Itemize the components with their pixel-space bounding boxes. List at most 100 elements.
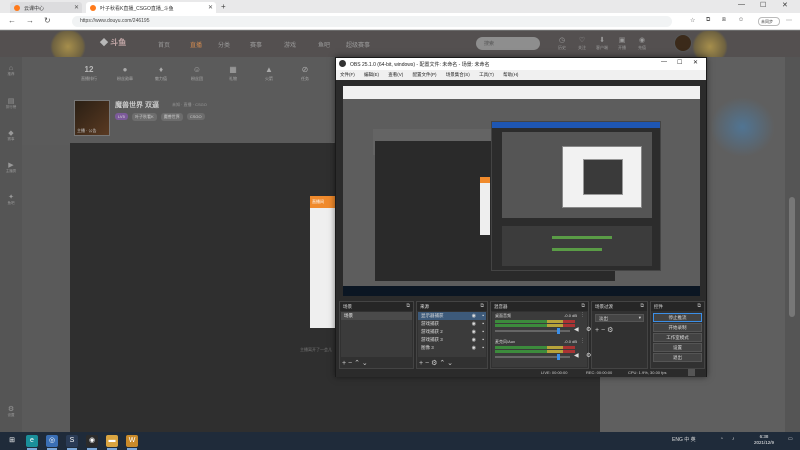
add-icon[interactable]: + <box>595 327 599 334</box>
nav-item-active[interactable]: 直播 <box>190 40 202 49</box>
game-app-icon[interactable]: W <box>126 435 138 447</box>
menu-edit[interactable]: 编辑(E) <box>364 72 379 77</box>
obs-icon[interactable]: ◉ <box>86 435 98 447</box>
speaker-icon[interactable]: ◀ <box>574 352 579 359</box>
menu-scene-collection[interactable]: 场景集合(S) <box>446 72 470 77</box>
nav-item[interactable]: 首页 <box>158 40 170 49</box>
rail-item-home[interactable]: ⌂ 推荐 <box>0 65 22 77</box>
new-tab-button[interactable]: + <box>221 2 226 11</box>
category-badge[interactable]: 魔兽世界 <box>160 113 183 121</box>
network-icon[interactable]: ◔ <box>720 436 723 442</box>
back-button[interactable]: ← <box>8 16 16 25</box>
menu-view[interactable]: 查看(V) <box>388 72 403 77</box>
speaker-icon[interactable]: ◀ <box>574 326 579 333</box>
obs-minimize-button[interactable]: — <box>661 59 667 65</box>
category-badge[interactable]: CSGO <box>186 113 205 120</box>
source-item[interactable]: 游戏捕获 ◉ ▪ <box>418 320 486 328</box>
volume-slider[interactable] <box>495 328 570 334</box>
volume-slider[interactable] <box>495 354 570 360</box>
source-item[interactable]: 显示器捕获 ◉ ▪ <box>418 312 486 320</box>
exit-button[interactable]: 退出 <box>653 353 702 362</box>
remove-icon[interactable]: − <box>601 327 605 334</box>
gear-icon[interactable]: ⚙ <box>607 327 613 334</box>
scrollbar-thumb[interactable] <box>789 197 795 317</box>
stat-fans[interactable]: ☺ 粉丝团 <box>180 65 214 82</box>
rail-item-settings[interactable]: ⚙ 设置 <box>0 405 22 418</box>
reload-button[interactable]: ↻ <box>44 16 51 25</box>
location-icon[interactable]: ◉ 充值 <box>632 36 652 51</box>
minimize-button[interactable]: — <box>738 1 745 8</box>
page-scrollbar[interactable] <box>785 57 800 432</box>
lock-icon[interactable]: ▪ <box>482 312 484 320</box>
address-input[interactable]: https://www.douyu.com/246195 <box>72 16 672 27</box>
browser-tab-1[interactable]: 云课中心 ✕ <box>10 2 82 13</box>
collections-icon[interactable]: ⧉ <box>706 17 710 24</box>
add-icon[interactable]: + <box>342 360 346 367</box>
menu-profile[interactable]: 配置文件(P) <box>413 72 437 77</box>
download-icon[interactable]: ⬇ 客户端 <box>592 36 612 51</box>
add-icon[interactable]: + <box>419 360 423 367</box>
up-icon[interactable]: ⌃ <box>439 360 445 367</box>
up-icon[interactable]: ⌃ <box>354 360 360 367</box>
dock-float-icon[interactable]: ⧉ <box>697 303 701 309</box>
obs-close-button[interactable]: ✕ <box>693 59 698 66</box>
lock-icon[interactable]: ▪ <box>482 336 484 344</box>
stream-icon[interactable]: ▣ 开播 <box>612 36 632 51</box>
remove-icon[interactable]: − <box>348 360 352 367</box>
tab-close-icon[interactable]: ✕ <box>208 4 213 11</box>
maximize-button[interactable]: ☐ <box>760 1 766 9</box>
history-icon[interactable]: ◷ 历史 <box>552 36 572 51</box>
eye-icon[interactable]: ◉ <box>472 320 476 328</box>
rail-item-game[interactable]: ◆ 赛事 <box>0 129 22 142</box>
dock-float-icon[interactable]: ⧉ <box>640 303 644 309</box>
dock-float-icon[interactable]: ⧉ <box>406 303 410 309</box>
close-window-button[interactable]: ✕ <box>782 1 788 9</box>
menu-file[interactable]: 文件(F) <box>340 72 355 77</box>
edge-icon[interactable]: e <box>26 435 38 447</box>
extensions-icon[interactable]: ⧈ <box>722 17 726 24</box>
nav-item[interactable]: 游戏 <box>284 40 296 49</box>
remove-icon[interactable]: − <box>425 360 429 367</box>
obs-maximize-button[interactable]: ☐ <box>677 59 682 66</box>
site-logo[interactable]: ◆ 斗鱼 <box>100 37 126 48</box>
nav-item[interactable]: 分类 <box>218 40 230 49</box>
room-avatar[interactable]: 主播 · 公告 <box>74 100 110 136</box>
tab-close-icon[interactable]: ✕ <box>74 4 79 11</box>
transition-select[interactable]: 淡出 ▾ <box>595 314 644 322</box>
windows-start-icon[interactable]: ⊞ <box>6 435 18 447</box>
nav-item[interactable]: 超级赛事 <box>346 40 370 49</box>
stat-rocket[interactable]: ▲ 火箭 <box>252 65 286 82</box>
lock-icon[interactable]: ▪ <box>482 328 484 336</box>
rail-item-hot[interactable]: ▤ 排行榜 <box>0 97 22 110</box>
site-search-input[interactable]: 搜索 <box>476 37 540 50</box>
eye-icon[interactable]: ◉ <box>472 344 476 352</box>
streamer-badge[interactable]: 叶子秋看K <box>131 113 157 121</box>
source-item[interactable]: 游戏捕获 3 ◉ ▪ <box>418 336 486 344</box>
obs-preview[interactable] <box>343 86 700 296</box>
nav-item[interactable]: 赛事 <box>250 40 262 49</box>
volume-slider-handle[interactable] <box>557 328 560 334</box>
chrome-icon[interactable]: ◎ <box>46 435 58 447</box>
stat-task[interactable]: ⊘ 任务 <box>288 65 322 82</box>
menu-help[interactable]: 帮助(H) <box>503 72 518 77</box>
sync-button[interactable]: 未同步 <box>758 17 780 26</box>
eye-icon[interactable]: ◉ <box>472 336 476 344</box>
notification-icon[interactable]: ▭ <box>788 436 793 442</box>
promo-image[interactable] <box>710 97 775 157</box>
rail-item-star[interactable]: ✦ 鱼吧 <box>0 193 22 206</box>
tray-language[interactable]: ENG 中 英 <box>672 436 696 443</box>
lock-icon[interactable]: ▪ <box>482 320 484 328</box>
volume-icon[interactable]: ♪ <box>732 436 735 442</box>
clock[interactable]: 6:38 2021/12/9 <box>744 434 784 446</box>
source-item[interactable]: 游戏捕获 2 ◉ ▪ <box>418 328 486 336</box>
gear-icon[interactable]: ⋮ <box>580 338 585 344</box>
folder-icon[interactable]: ▬ <box>106 435 118 447</box>
rail-item-live[interactable]: ▶ 主播秀 <box>0 161 22 174</box>
lock-icon[interactable]: ▪ <box>482 344 484 352</box>
gear-icon[interactable]: ⚙ <box>431 360 437 367</box>
obs-title-bar[interactable]: OBS 25.1.0 (64-bit, windows) - 配置文件: 未命名… <box>336 58 706 70</box>
follow-icon[interactable]: ♡ 关注 <box>572 36 592 51</box>
dock-float-icon[interactable]: ⧉ <box>480 303 484 309</box>
menu-tools[interactable]: 工具(T) <box>479 72 494 77</box>
stat-medal[interactable]: ● 粉丝勋章 <box>108 65 142 82</box>
